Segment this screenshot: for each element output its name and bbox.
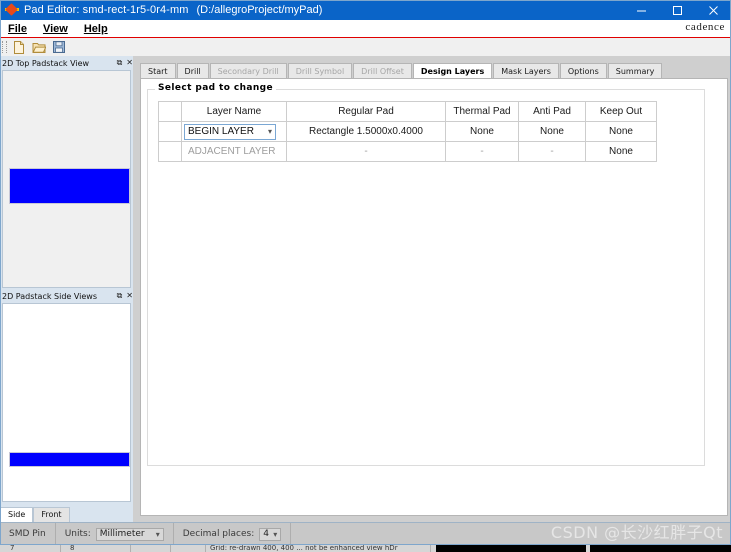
window-path: (D:/allegroProject/myPad) xyxy=(196,4,323,16)
cell-thermal-pad-0[interactable]: None xyxy=(445,121,519,142)
table-row[interactable]: ADJACENT LAYER - - - None xyxy=(158,141,657,162)
menu-help[interactable]: Help xyxy=(76,21,116,37)
panel-header-side-views: 2D Padstack Side Views ⧉ ✕ xyxy=(0,290,135,303)
menu-view-label: View xyxy=(42,22,68,35)
cell-layer-name-1: ADJACENT LAYER xyxy=(181,141,287,162)
close-icon[interactable] xyxy=(695,0,731,20)
cell-regular-pad-1: - xyxy=(286,141,446,162)
underlay-cell-3 xyxy=(175,544,206,552)
new-file-icon[interactable] xyxy=(10,39,28,55)
col-header-regular-pad[interactable]: Regular Pad xyxy=(286,101,446,122)
row-index-1 xyxy=(158,141,182,162)
tab-strip: Start Drill Secondary Drill Drill Symbol… xyxy=(140,62,724,79)
pad-shape-side xyxy=(9,452,130,467)
status-decimal-places: Decimal places: 4 ▾ xyxy=(174,523,292,545)
float-icon[interactable]: ⧉ xyxy=(117,58,123,68)
menu-bar: File View Help cadence xyxy=(0,20,731,38)
select-pad-group: Select pad to change Layer Name Regular … xyxy=(147,83,705,466)
col-header-layer-name[interactable]: Layer Name xyxy=(181,101,287,122)
pad-shape-top xyxy=(9,168,130,204)
underlay-cell-0: 7 xyxy=(10,544,61,552)
panel-title-top-padstack: 2D Top Padstack View xyxy=(2,59,90,68)
cell-anti-pad-1: - xyxy=(518,141,586,162)
toolbar xyxy=(0,38,731,57)
close-icon[interactable]: ✕ xyxy=(126,58,133,68)
decimal-places-label: Decimal places: xyxy=(182,529,255,539)
padstack-view-tabs: Side Front xyxy=(0,507,133,522)
view-tab-front[interactable]: Front xyxy=(33,507,70,522)
underlay-cell-2 xyxy=(140,544,171,552)
cell-anti-pad-0[interactable]: None xyxy=(518,121,586,142)
toolbar-grip[interactable] xyxy=(2,41,7,53)
pad-editor-icon xyxy=(5,3,19,17)
save-file-icon[interactable] xyxy=(50,39,68,55)
select-pad-group-label: Select pad to change xyxy=(155,83,277,93)
maximize-icon[interactable] xyxy=(659,0,695,20)
background-underlay: 7 8 Grid: re-drawn 400, 400 ... not be e… xyxy=(0,544,731,552)
decimal-places-combo[interactable]: 4 ▾ xyxy=(259,527,282,541)
chevron-down-icon: ▾ xyxy=(155,529,160,539)
tab-drill-offset: Drill Offset xyxy=(353,63,412,79)
tab-secondary-drill: Secondary Drill xyxy=(209,63,287,79)
row-index-0 xyxy=(158,121,182,142)
tab-drill[interactable]: Drill xyxy=(176,63,209,79)
tab-drill-symbol: Drill Symbol xyxy=(287,63,353,79)
cell-regular-pad-0[interactable]: Rectangle 1.5000x0.4000 xyxy=(286,121,446,142)
cadence-logo: cadence xyxy=(685,21,725,33)
window-title: Pad Editor: smd-rect-1r5-0r4-mm xyxy=(24,4,189,16)
chevron-down-icon: ▾ xyxy=(273,529,278,539)
window-controls xyxy=(623,0,731,20)
col-header-index xyxy=(158,101,182,122)
tab-options[interactable]: Options xyxy=(559,63,607,79)
top-padstack-view[interactable] xyxy=(2,70,131,288)
main-content: Start Drill Secondary Drill Drill Symbol… xyxy=(133,56,731,552)
decimal-places-value: 4 xyxy=(263,529,269,539)
underlay-cell-4: Grid: re-drawn 400, 400 ... not be enhan… xyxy=(210,544,431,552)
layer-name-combo-value: BEGIN LAYER xyxy=(188,126,254,137)
menu-help-label: Help xyxy=(83,22,108,35)
side-padstack-view[interactable] xyxy=(2,303,131,502)
close-icon[interactable]: ✕ xyxy=(126,291,133,301)
underlay-black-1 xyxy=(436,544,586,552)
minimize-icon[interactable] xyxy=(623,0,659,20)
cell-keep-out-0[interactable]: None xyxy=(585,121,657,142)
menu-file[interactable]: File xyxy=(0,21,35,37)
status-pad-type: SMD Pin xyxy=(0,523,56,545)
tab-summary[interactable]: Summary xyxy=(607,63,663,79)
cell-layer-name-0[interactable]: BEGIN LAYER ▾ xyxy=(181,121,287,142)
menu-view[interactable]: View xyxy=(35,21,76,37)
left-dock: 2D Top Padstack View ⧉ ✕ 2D Padstack Sid… xyxy=(0,56,135,522)
col-header-thermal-pad[interactable]: Thermal Pad xyxy=(445,101,519,122)
col-header-keep-out[interactable]: Keep Out xyxy=(585,101,657,122)
col-header-anti-pad[interactable]: Anti Pad xyxy=(518,101,586,122)
tab-mask-layers[interactable]: Mask Layers xyxy=(493,63,559,79)
tab-start[interactable]: Start xyxy=(140,63,176,79)
cell-keep-out-1[interactable]: None xyxy=(585,141,657,162)
status-units: Units: Millimeter ▾ xyxy=(56,523,174,545)
float-icon[interactable]: ⧉ xyxy=(117,291,123,301)
table-header-row: Layer Name Regular Pad Thermal Pad Anti … xyxy=(158,101,657,122)
tab-design-layers[interactable]: Design Layers xyxy=(412,63,493,79)
title-bar: Pad Editor: smd-rect-1r5-0r4-mm (D:/alle… xyxy=(0,0,731,20)
layer-name-combo[interactable]: BEGIN LAYER ▾ xyxy=(184,123,276,140)
cell-thermal-pad-1: - xyxy=(445,141,519,162)
units-label: Units: xyxy=(64,529,91,539)
open-file-icon[interactable] xyxy=(30,39,48,55)
design-layers-page: Select pad to change Layer Name Regular … xyxy=(140,78,728,552)
table-row[interactable]: BEGIN LAYER ▾ Rectangle 1.5000x0.4000 No… xyxy=(158,121,657,142)
menu-file-label: File xyxy=(8,22,27,35)
underlay-black-2 xyxy=(590,544,731,552)
panel-title-side-views: 2D Padstack Side Views xyxy=(2,292,98,301)
chevron-down-icon: ▾ xyxy=(267,127,272,136)
underlay-cell-1: 8 xyxy=(70,544,131,552)
view-tab-side[interactable]: Side xyxy=(0,507,34,522)
pad-editor-window: Pad Editor: smd-rect-1r5-0r4-mm (D:/alle… xyxy=(0,0,731,552)
units-combo-value: Millimeter xyxy=(99,529,145,539)
units-combo[interactable]: Millimeter ▾ xyxy=(95,527,164,541)
panel-header-top-padstack: 2D Top Padstack View ⧉ ✕ xyxy=(0,57,135,70)
watermark: CSDN @长沙红胖子Qt xyxy=(550,523,723,542)
design-layers-table: Layer Name Regular Pad Thermal Pad Anti … xyxy=(158,101,657,162)
